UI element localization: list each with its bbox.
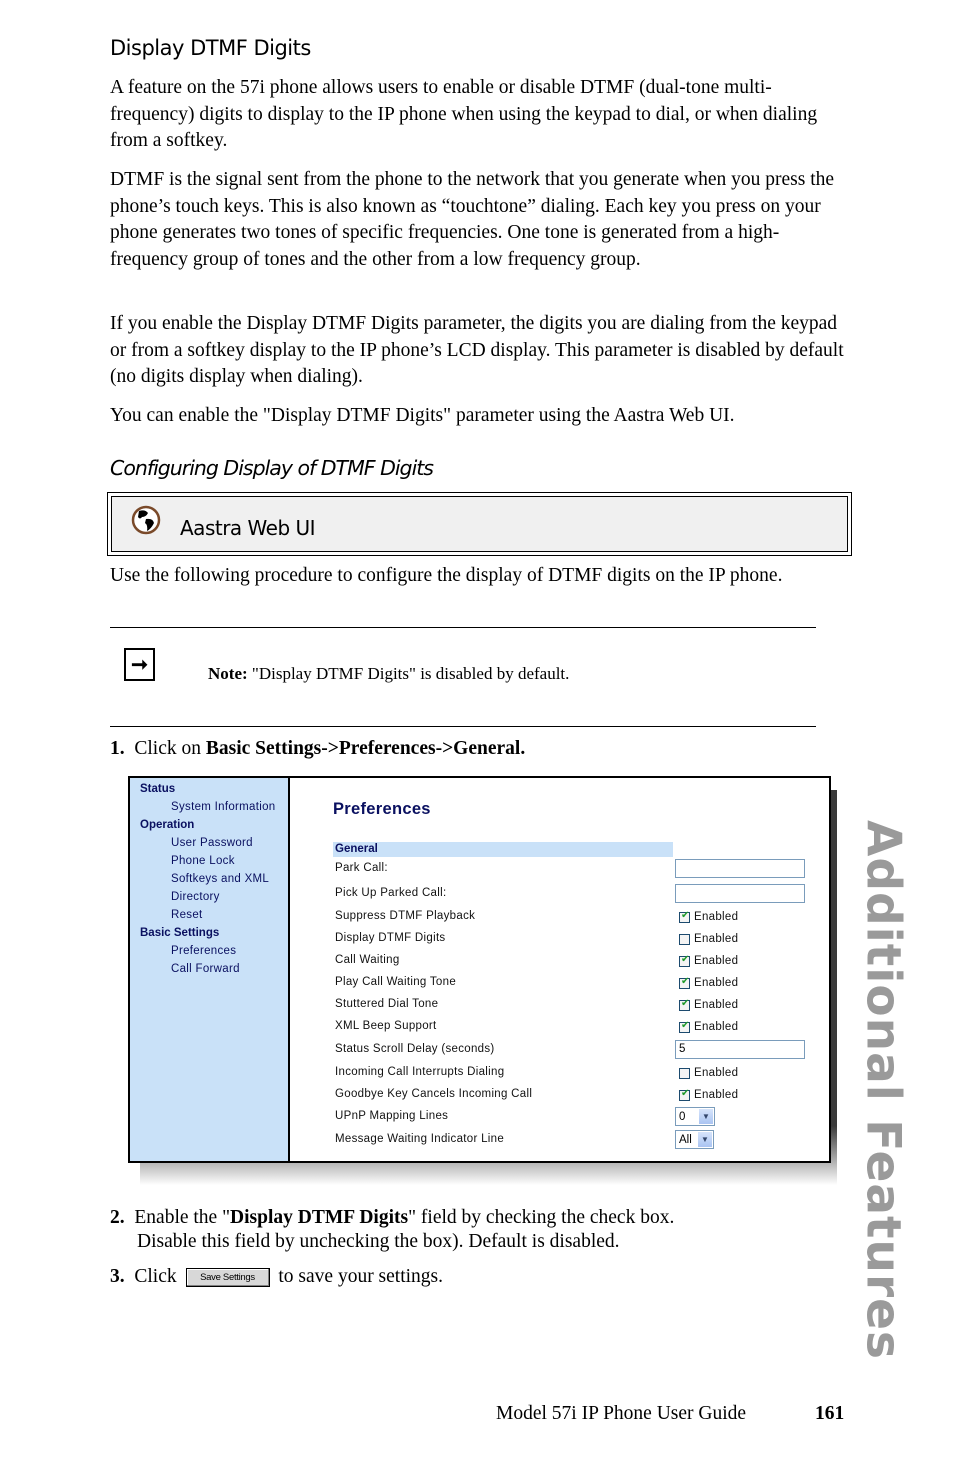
enabled-label: Enabled <box>694 1021 739 1033</box>
save-settings-button[interactable]: Save Settings <box>185 1268 270 1288</box>
step-text: " field by checking the check box. <box>408 1207 675 1228</box>
enabled-label: Enabled <box>694 1089 739 1101</box>
field-label-suppress-dtmf-playback: Suppress DTMF Playback <box>335 910 476 922</box>
message-waiting-indicator-line-select[interactable]: All ▼ <box>675 1130 714 1149</box>
field-label-status-scroll-delay-seconds: Status Scroll Delay (seconds) <box>335 1043 495 1055</box>
sidebar-item-directory[interactable]: Directory <box>171 891 220 903</box>
section-header-general: General <box>333 842 673 857</box>
step-field-name: Display DTMF Digits <box>230 1207 409 1228</box>
enabled-label: Enabled <box>694 955 739 967</box>
sidebar-item-softkeys-and-xml[interactable]: Softkeys and XML <box>171 873 269 885</box>
goodbye-key-cancels-incoming-call-checkbox[interactable] <box>679 1088 690 1101</box>
incoming-call-interrupts-dialing-checkbox-field[interactable]: Enabled <box>679 1067 738 1079</box>
xml-beep-support-checkbox-field[interactable]: Enabled <box>679 1020 739 1033</box>
suppress-dtmf-playback-checkbox[interactable] <box>679 910 690 923</box>
sidebar-item-phone-lock[interactable]: Phone Lock <box>171 855 235 867</box>
chapter-side-tab: Additional Features <box>838 820 928 1360</box>
enabled-label: Enabled <box>694 999 739 1011</box>
enabled-label: Enabled <box>694 933 739 945</box>
enabled-label: Enabled <box>694 911 739 923</box>
sidebar-item-user-password[interactable]: User Password <box>171 837 253 849</box>
note-label: Note: <box>208 664 248 683</box>
web-ui-screenshot: Status System Information Operation User Pa… <box>128 776 831 1163</box>
note-text: "Display DTMF Digits" is disabled by def… <box>247 664 570 683</box>
divider <box>110 627 816 628</box>
step-number: 2. <box>110 1207 125 1228</box>
field-label-goodbye-key-cancels-incoming-call: Goodbye Key Cancels Incoming Call <box>335 1088 533 1100</box>
display-dtmf-digits-checkbox-field[interactable]: Enabled <box>679 933 738 945</box>
section-heading: Display DTMF Digits <box>110 36 311 60</box>
paragraph-dtmf: DTMF is the signal sent from the phone t… <box>110 169 835 270</box>
step-text: Click <box>134 1266 177 1287</box>
play-call-waiting-tone-checkbox-field[interactable]: Enabled <box>679 976 739 989</box>
webui-box: Aastra Web UI <box>107 492 852 556</box>
step-1: 1. Click on Basic Settings->Preferences-… <box>110 738 525 760</box>
webui-label: Aastra Web UI <box>180 516 316 540</box>
park-call-input[interactable] <box>675 859 805 878</box>
page-title: Preferences <box>333 800 431 818</box>
sidebar-group-status[interactable]: Status <box>140 783 175 795</box>
field-label-upnp-mapping-lines: UPnP Mapping Lines <box>335 1110 449 1122</box>
step-text: to save your settings. <box>278 1266 444 1287</box>
sidebar-item-reset[interactable]: Reset <box>171 909 203 921</box>
stuttered-dial-tone-checkbox[interactable] <box>679 998 690 1011</box>
status-scroll-delay-seconds-input[interactable]: 5 <box>675 1040 805 1059</box>
chapter-title: Additional Features <box>855 819 911 1361</box>
sidebar-group-operation[interactable]: Operation <box>140 819 194 831</box>
step-text: Click on <box>134 738 206 759</box>
field-label-park-call: Park Call: <box>335 862 388 874</box>
upnp-mapping-lines-select[interactable]: 0 ▼ <box>675 1107 715 1126</box>
sidebar-group-basic-settings[interactable]: Basic Settings <box>140 927 219 939</box>
subheading: Configuring Display of DTMF Digits <box>110 456 434 480</box>
display-dtmf-digits-checkbox[interactable] <box>679 933 690 945</box>
paragraph-enable: If you enable the Display DTMF Digits pa… <box>110 313 844 387</box>
page-number: 161 <box>815 1403 845 1424</box>
suppress-dtmf-playback-checkbox-field[interactable]: Enabled <box>679 910 739 923</box>
sidebar-item-system-information[interactable]: System Information <box>171 801 275 813</box>
field-label-call-waiting: Call Waiting <box>335 954 400 966</box>
chevron-down-icon[interactable]: ▼ <box>698 1132 712 1147</box>
note: Note: "Display DTMF Digits" is disabled … <box>208 664 569 684</box>
field-label-xml-beep-support: XML Beep Support <box>335 1020 437 1032</box>
pick-up-parked-call-input[interactable] <box>675 884 805 903</box>
sidebar-item-preferences[interactable]: Preferences <box>171 945 236 957</box>
step-3: 3. Click Save Settings to save your sett… <box>110 1266 443 1288</box>
sidebar-item-call-forward[interactable]: Call Forward <box>171 963 240 975</box>
incoming-call-interrupts-dialing-checkbox[interactable] <box>679 1067 690 1079</box>
paragraph-webui: You can enable the "Display DTMF Digits"… <box>110 405 735 426</box>
paragraph-intro: A feature on the 57i phone allows users … <box>110 77 818 151</box>
goodbye-key-cancels-incoming-call-checkbox-field[interactable]: Enabled <box>679 1088 739 1101</box>
field-label-incoming-call-interrupts-dialing: Incoming Call Interrupts Dialing <box>335 1066 505 1078</box>
footer-title: Model 57i IP Phone User Guide <box>496 1403 747 1424</box>
field-label-stuttered-dial-tone: Stuttered Dial Tone <box>335 998 439 1010</box>
select-value: All <box>679 1133 692 1146</box>
field-label-play-call-waiting-tone: Play Call Waiting Tone <box>335 976 457 988</box>
globe-icon <box>131 505 161 535</box>
xml-beep-support-checkbox[interactable] <box>679 1020 690 1033</box>
step-2: 2. Enable the "Display DTMF Digits" fiel… <box>110 1206 674 1254</box>
step-number: 1. <box>110 738 125 759</box>
field-label-display-dtmf-digits: Display DTMF Digits <box>335 932 446 944</box>
step-number: 3. <box>110 1266 125 1287</box>
call-waiting-checkbox-field[interactable]: Enabled <box>679 954 739 967</box>
field-label-pick-up-parked-call: Pick Up Parked Call: <box>335 887 447 899</box>
field-label-message-waiting-indicator-line: Message Waiting Indicator Line <box>335 1133 505 1145</box>
chevron-down-icon[interactable]: ▼ <box>699 1109 713 1124</box>
call-waiting-checkbox[interactable] <box>679 954 690 967</box>
enabled-label: Enabled <box>694 1067 739 1079</box>
stuttered-dial-tone-checkbox-field[interactable]: Enabled <box>679 998 739 1011</box>
play-call-waiting-tone-checkbox[interactable] <box>679 976 690 989</box>
step-path: Basic Settings->Preferences->General. <box>205 738 526 759</box>
arrow-right-icon: ➞ <box>124 648 155 681</box>
step-text-line2: Disable this field by unchecking the box… <box>137 1231 620 1252</box>
step-text: Enable the " <box>134 1207 231 1228</box>
select-value: 0 <box>679 1110 686 1123</box>
procedure-intro: Use the following procedure to configure… <box>110 565 783 586</box>
enabled-label: Enabled <box>694 977 739 989</box>
divider <box>110 726 816 727</box>
sidebar: Status System Information Operation User Pa… <box>130 778 290 1161</box>
